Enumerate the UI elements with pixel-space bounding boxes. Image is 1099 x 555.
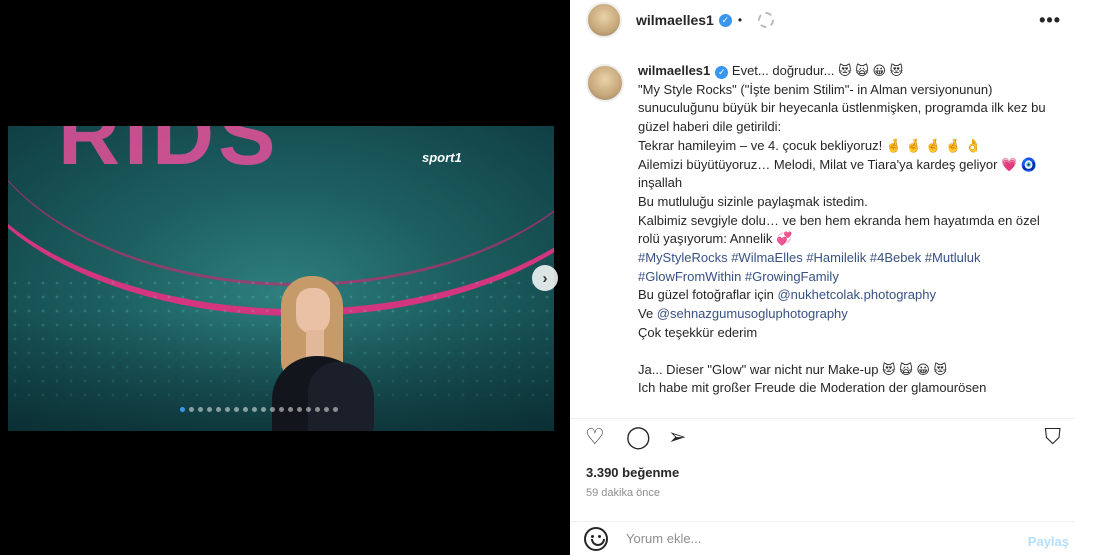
carousel-dot — [315, 407, 320, 412]
carousel-dot — [279, 407, 284, 412]
post-media: RIDS sport1 › — [0, 0, 570, 555]
caption-line-text: Ve — [638, 306, 657, 322]
mention-link[interactable]: @nukhetcolak.photography — [777, 287, 935, 302]
carousel-dot — [333, 407, 338, 412]
caption-text: wilmaelles1 ✓ Evet... doğrudur... 😻 🙀 😀 😻… — [638, 62, 1048, 408]
mention-link[interactable]: @sehnazgumusogluphotography — [657, 306, 848, 321]
caption-line-text: Bu güzel fotoğraflar için — [638, 287, 778, 303]
carousel-indicator — [180, 407, 338, 412]
caption-line: Çok teşekkür ederim — [638, 324, 758, 340]
carousel-dot — [189, 407, 194, 412]
carousel-dot — [288, 407, 293, 412]
caption-line: Tekrar hamileyim – ve 4. çocuk bekliyoru… — [638, 137, 982, 153]
carousel-dot — [198, 407, 203, 412]
post-comment-button[interactable]: Paylaş — [1028, 534, 1069, 549]
more-options-icon[interactable]: ••• — [1039, 10, 1061, 31]
post-details-panel: wilmaelles1 ✓ • ••• wilmaelles1 ✓ Evet...… — [570, 0, 1075, 555]
carousel-dot — [243, 407, 248, 412]
caption-line: Bu mutluluğu sizinle paylaşmak istedim. — [638, 193, 868, 209]
avatar[interactable] — [586, 2, 622, 38]
carousel-dot — [225, 407, 230, 412]
caption-line: Ich habe mit großer Freude die Moderatio… — [638, 380, 987, 396]
comment-bar: Paylaş — [570, 521, 1075, 555]
post-caption: wilmaelles1 ✓ Evet... doğrudur... 😻 🙀 😀 😻… — [586, 62, 1066, 408]
caption-line: Ve @sehnazgumusogluphotography — [638, 305, 1048, 324]
loading-icon — [758, 12, 775, 28]
like-icon[interactable]: ♡ — [585, 425, 605, 449]
carousel-dot — [180, 407, 185, 412]
carousel-dot — [252, 407, 257, 412]
bookmark-icon[interactable]: ⛉ — [1044, 425, 1061, 449]
caption-avatar[interactable] — [586, 64, 624, 102]
chevron-right-icon: › — [542, 269, 548, 287]
post-photo[interactable]: RIDS — [8, 126, 554, 431]
post-header: wilmaelles1 ✓ • ••• — [570, 0, 1075, 40]
like-count[interactable]: 3.390 beğenme — [586, 465, 679, 480]
action-bar: ♡ ◯ ➢ ⛉ — [570, 418, 1075, 454]
carousel-dot — [216, 407, 221, 412]
carousel-dot — [306, 407, 311, 412]
carousel-dot — [261, 407, 266, 412]
header-username[interactable]: wilmaelles1 — [636, 12, 714, 28]
carousel-dot — [207, 407, 212, 412]
share-icon[interactable]: ➢ — [668, 425, 686, 449]
caption-username[interactable]: wilmaelles1 — [638, 63, 710, 78]
carousel-dot — [234, 407, 239, 412]
caption-line — [638, 343, 1048, 361]
carousel-dot — [324, 407, 329, 412]
carousel-dot — [297, 407, 302, 412]
verified-badge-icon: ✓ — [718, 13, 732, 27]
post-timestamp: 59 dakika önce — [586, 487, 660, 499]
caption-line: "My Style Rocks" ("İşte benim Stilim"- i… — [638, 81, 1046, 135]
caption-line: Ailemizi büyütüyoruz… Melodi, Milat ve T… — [638, 156, 1037, 191]
caption-line: Ja... Dieser "Glow" war nicht nur Make-u… — [638, 361, 948, 377]
caption-line: Kalbimiz sevgiyle dolu… ve ben hem ekran… — [638, 212, 1040, 247]
comment-input[interactable] — [626, 531, 1006, 546]
caption-line: wilmaelles1 ✓ Evet... doğrudur... 😻 🙀 😀 😻 — [638, 62, 1048, 81]
verified-badge-icon: ✓ — [715, 65, 729, 79]
emoji-icon[interactable] — [584, 526, 608, 551]
header-separator: • — [737, 13, 743, 27]
caption-line: Bu güzel fotoğraflar için @nukhetcolak.p… — [638, 286, 1048, 305]
page-edge — [1075, 0, 1099, 555]
carousel-next-button[interactable]: › — [532, 265, 558, 291]
sport1-watermark: sport1 — [422, 150, 462, 165]
caption-line: #MyStyleRocks #WilmaElles #Hamilelik #4B… — [638, 249, 1048, 286]
caption-line-text: Evet... doğrudur... 😻 🙀 😀 😻 — [728, 63, 904, 78]
carousel-dot — [270, 407, 275, 412]
comment-icon[interactable]: ◯ — [626, 425, 651, 449]
hashtag-link[interactable]: #MyStyleRocks #WilmaElles #Hamilelik #4B… — [638, 250, 980, 284]
